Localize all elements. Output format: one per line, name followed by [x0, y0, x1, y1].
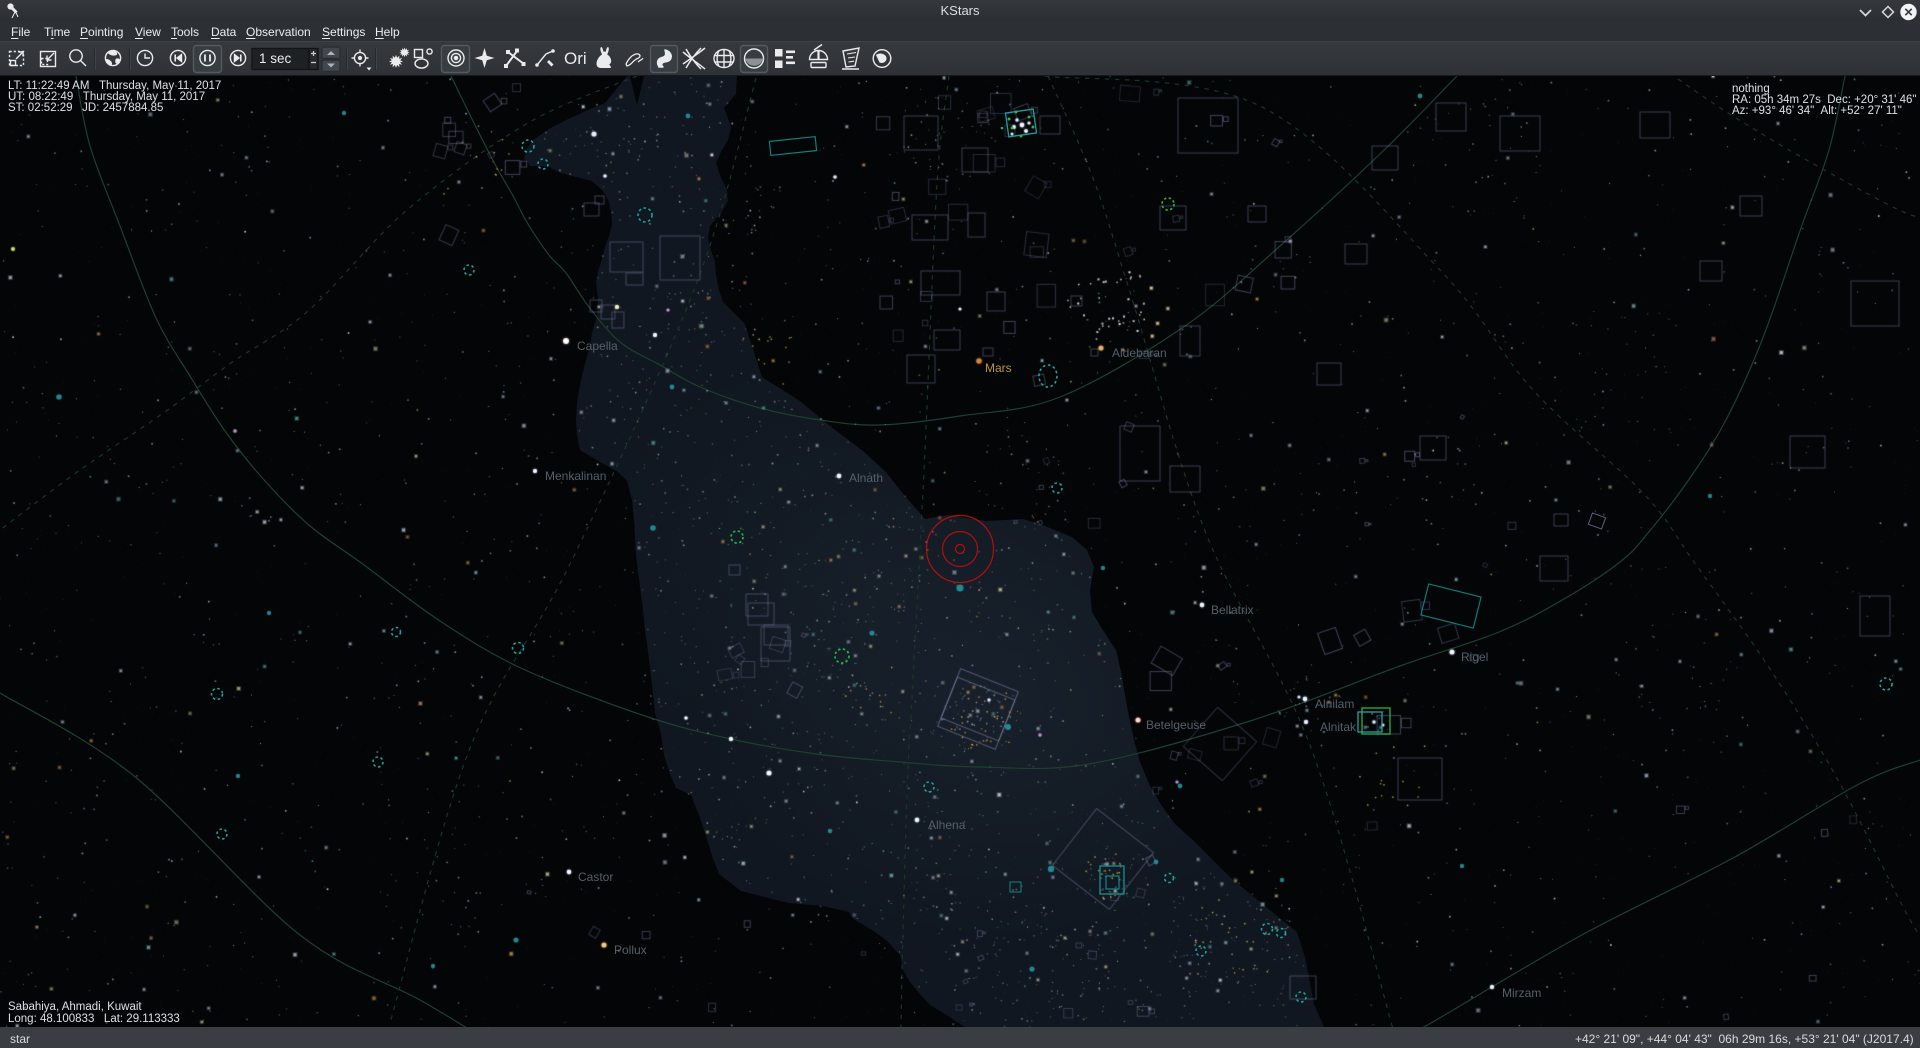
svg-text:Bellatrix: Bellatrix: [1211, 603, 1254, 617]
svg-text:Mirzam: Mirzam: [1502, 986, 1541, 1000]
svg-text:Capella: Capella: [577, 339, 618, 353]
svg-text:ST: 02:52:29 JD: 2457884.85: ST: 02:52:29 JD: 2457884.85: [8, 102, 163, 114]
svg-text:Alnitak: Alnitak: [1320, 720, 1357, 734]
svg-text:Mars: Mars: [985, 361, 1012, 375]
svg-text:Aldebaran: Aldebaran: [1112, 346, 1167, 360]
svg-text:Ori: Ori: [564, 49, 587, 68]
svg-text:Alhena: Alhena: [928, 818, 966, 832]
svg-text:Sabahiya, Ahmadi, Kuwait: Sabahiya, Ahmadi, Kuwait: [8, 1001, 142, 1013]
svg-text:1 sec: 1 sec: [259, 51, 292, 66]
svg-text:Pollux: Pollux: [614, 943, 647, 957]
svg-text:Az: +93° 46' 34" Alt: +52° 27: Az: +93° 46' 34" Alt: +52° 27' 11": [1732, 105, 1902, 117]
svg-text:Castor: Castor: [578, 870, 613, 884]
svg-text:Betelgeuse: Betelgeuse: [1146, 718, 1206, 732]
svg-text:Menkalinan: Menkalinan: [545, 469, 606, 483]
svg-text:Rigel: Rigel: [1461, 650, 1488, 664]
svg-text:Long: 48.100833 Lat: 29.1133: Long: 48.100833 Lat: 29.113333: [8, 1013, 180, 1025]
svg-text:Alnilam: Alnilam: [1315, 697, 1354, 711]
svg-text:Alnath: Alnath: [849, 471, 883, 485]
